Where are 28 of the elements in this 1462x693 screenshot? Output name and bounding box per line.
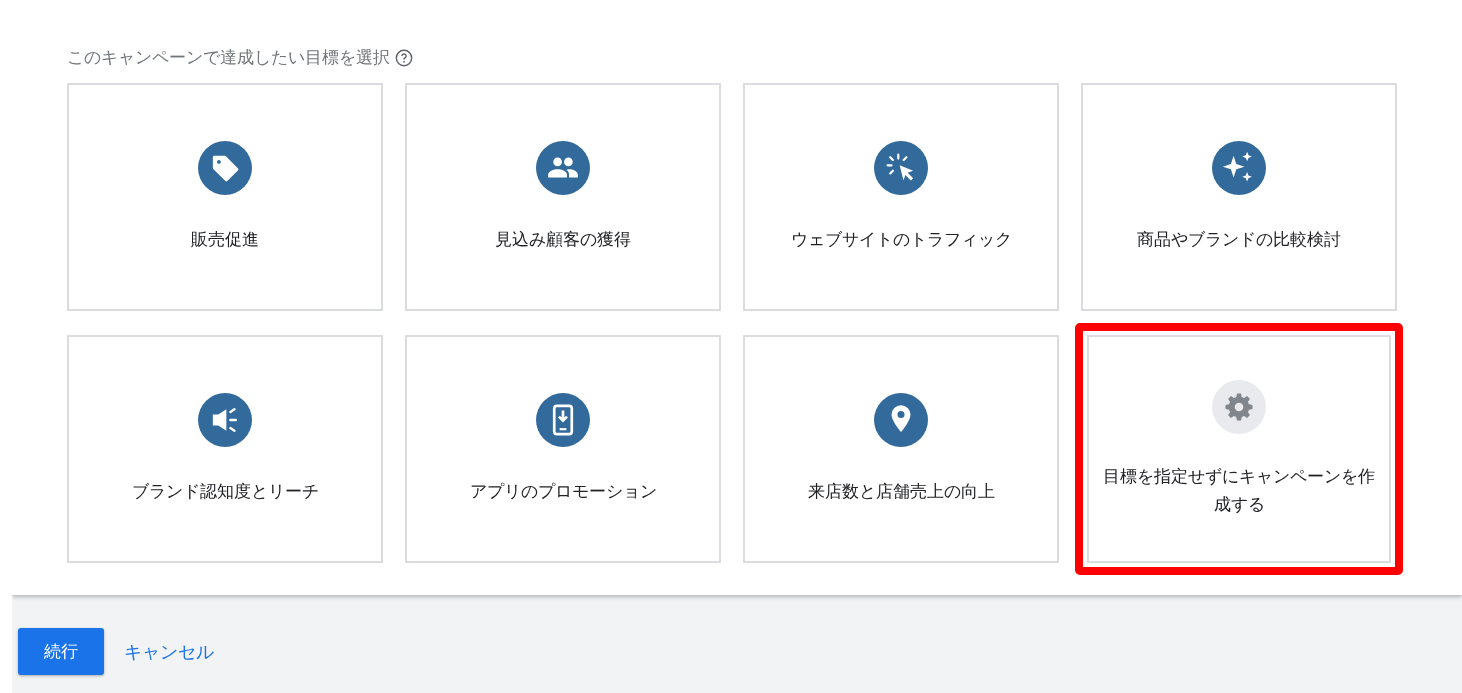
option-label: 商品やブランドの比較検討 bbox=[1137, 228, 1341, 251]
phone-download-icon bbox=[536, 393, 590, 447]
goal-option-card[interactable]: 商品やブランドの比較検討 bbox=[1081, 83, 1397, 311]
sparkle-icon bbox=[1212, 141, 1266, 195]
prompt-text: このキャンペーンで達成したい目標を選択 bbox=[67, 46, 390, 69]
option-label: アプリのプロモーション bbox=[469, 480, 657, 503]
continue-button[interactable]: 続行 bbox=[18, 628, 104, 675]
help-icon[interactable] bbox=[395, 48, 413, 67]
goal-option-card[interactable]: ブランド認知度とリーチ bbox=[67, 335, 383, 563]
tag-icon bbox=[198, 141, 252, 195]
option-label: ブランド認知度とリーチ bbox=[131, 480, 319, 503]
goal-option-card[interactable]: アプリのプロモーション bbox=[405, 335, 721, 563]
goal-option-card[interactable]: 見込み顧客の獲得 bbox=[405, 83, 721, 311]
people-icon bbox=[536, 141, 590, 195]
option-label: ウェブサイトのトラフィック bbox=[790, 228, 1012, 251]
cursor-click-icon bbox=[874, 141, 928, 195]
goal-option-card[interactable]: 来店数と店舗売上の向上 bbox=[743, 335, 1059, 563]
goal-option-card[interactable]: ウェブサイトのトラフィック bbox=[743, 83, 1059, 311]
goal-option-card[interactable]: 販売促進 bbox=[67, 83, 383, 311]
megaphone-icon bbox=[198, 393, 252, 447]
option-label: 目標を指定せずにキャンペーンを作成する bbox=[1103, 465, 1375, 516]
cancel-link[interactable]: キャンセル bbox=[124, 639, 214, 664]
option-label: 販売促進 bbox=[191, 228, 259, 251]
gear-icon bbox=[1212, 380, 1266, 434]
option-label: 来店数と店舗売上の向上 bbox=[807, 480, 995, 503]
option-label: 見込み顧客の獲得 bbox=[495, 228, 631, 251]
goal-option-card[interactable]: 目標を指定せずにキャンペーンを作成する bbox=[1087, 335, 1391, 563]
location-pin-icon bbox=[874, 393, 928, 447]
